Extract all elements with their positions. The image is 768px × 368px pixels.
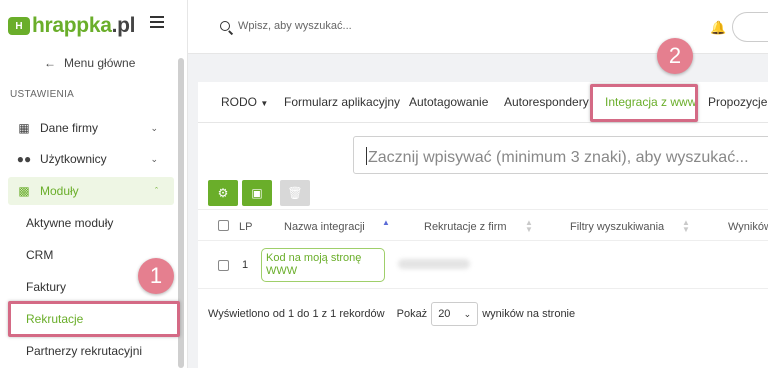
- highlight-www-integration-tab: [590, 84, 698, 122]
- row-lp: 1: [242, 259, 249, 271]
- sidebar-item-label: Dane firmy: [40, 121, 99, 135]
- show-label: Pokaż: [396, 308, 428, 320]
- table-footer: Wyświetlono od 1 do 1 z 1 rekordów Pokaż…: [208, 301, 575, 327]
- logo-mark: H: [8, 17, 30, 35]
- tab-proposals[interactable]: Propozycje: [708, 95, 767, 109]
- sidebar-subitem-invoices[interactable]: Faktury: [26, 280, 66, 294]
- row-checkbox[interactable]: [218, 260, 229, 271]
- puzzle-icon: ▩: [18, 184, 30, 198]
- column-search-filters[interactable]: Filtry wyszukiwania: [570, 221, 664, 233]
- column-integration-name[interactable]: Nazwa integracji: [284, 221, 365, 233]
- users-icon: ●●: [16, 152, 32, 166]
- arrow-left-icon: ←: [44, 56, 56, 70]
- integration-name-link[interactable]: Kod na moją stronę WWW: [261, 248, 385, 282]
- chevron-down-icon: ⌄: [463, 308, 472, 319]
- sort-asc-icon[interactable]: ▲: [382, 219, 390, 227]
- blurred-value: [398, 259, 470, 269]
- column-lp[interactable]: LP: [239, 221, 252, 233]
- gear-icon: ⚙: [217, 186, 229, 200]
- back-to-main-menu-link[interactable]: ← Menu główne: [44, 56, 135, 70]
- sidebar-item-label: Moduły: [40, 184, 79, 198]
- export-button[interactable]: ▣: [242, 180, 272, 206]
- back-link-label: Menu główne: [64, 56, 136, 70]
- select-all-checkbox[interactable]: [218, 220, 229, 231]
- sidebar-subitem-active-modules[interactable]: Aktywne moduły: [26, 216, 113, 230]
- records-summary: Wyświetlono od 1 do 1 z 1 rekordów: [208, 308, 385, 320]
- step-badge-1: 1: [138, 258, 174, 294]
- sidebar-subitem-recruitment-partners[interactable]: Partnerzy rekrutacyjni: [26, 344, 142, 358]
- column-results[interactable]: Wyników: [728, 221, 768, 233]
- tab-divider: [198, 122, 768, 123]
- per-page-label: wyników na stronie: [482, 308, 576, 320]
- tab-autoresponders[interactable]: Autorespondery: [504, 95, 589, 109]
- chevron-down-icon: ⌄: [150, 122, 158, 133]
- column-recruitments[interactable]: Rekrutacje z firm: [424, 221, 507, 233]
- step-badge-2: 2: [657, 38, 693, 74]
- integration-search-input[interactable]: Zacznij wpisywać (minimum 3 znaki), aby …: [353, 136, 768, 174]
- global-search-input[interactable]: Wpisz, aby wyszukać...: [238, 20, 352, 32]
- settings-button[interactable]: ⚙: [208, 180, 238, 206]
- tab-autotagging[interactable]: Autotagowanie: [409, 95, 488, 109]
- section-title: USTAWIENIA: [10, 89, 75, 100]
- building-icon: ▦: [18, 121, 30, 135]
- logo[interactable]: H hrappka.pl: [8, 14, 135, 38]
- highlight-recruitments: [8, 301, 180, 337]
- tab-application-form[interactable]: Formularz aplikacyjny: [284, 95, 400, 109]
- sidebar-item-label: Użytkownicy: [40, 152, 107, 166]
- main-panel: RODO ▼ Formularz aplikacyjny Autotagowan…: [198, 82, 768, 368]
- sidebar-item-users[interactable]: ●● Użytkownicy ⌄: [8, 145, 174, 173]
- sidebar-subitem-crm[interactable]: CRM: [26, 248, 53, 262]
- caret-down-icon: ▼: [260, 99, 269, 108]
- user-menu-field[interactable]: [732, 12, 768, 42]
- trash-icon: 🗑: [287, 186, 303, 200]
- delete-button[interactable]: 🗑: [280, 180, 310, 206]
- sidebar-item-company-data[interactable]: ▦ Dane firmy ⌄: [8, 114, 174, 142]
- page-size-select[interactable]: 20 ⌄: [431, 302, 479, 326]
- table-header: LP Nazwa integracji ▲ Rekrutacje z firm …: [198, 209, 768, 241]
- bell-icon[interactable]: 🔔: [710, 20, 726, 36]
- chevron-up-icon: ˆ: [155, 186, 158, 196]
- file-icon: ▣: [251, 186, 263, 200]
- hamburger-menu-icon[interactable]: [150, 16, 164, 28]
- logo-text: hrappka: [32, 14, 112, 37]
- sort-icon[interactable]: ▲ ▼: [682, 219, 690, 234]
- chevron-down-icon: ⌄: [150, 153, 158, 164]
- tab-rodo[interactable]: RODO ▼: [221, 95, 268, 109]
- logo-suffix: .pl: [111, 14, 136, 37]
- search-icon: [220, 21, 230, 31]
- sidebar-item-modules[interactable]: ▩ Moduły ˆ: [8, 177, 174, 205]
- table-row[interactable]: 1 Kod na moją stronę WWW: [198, 241, 768, 289]
- sort-icon[interactable]: ▲ ▼: [525, 219, 533, 234]
